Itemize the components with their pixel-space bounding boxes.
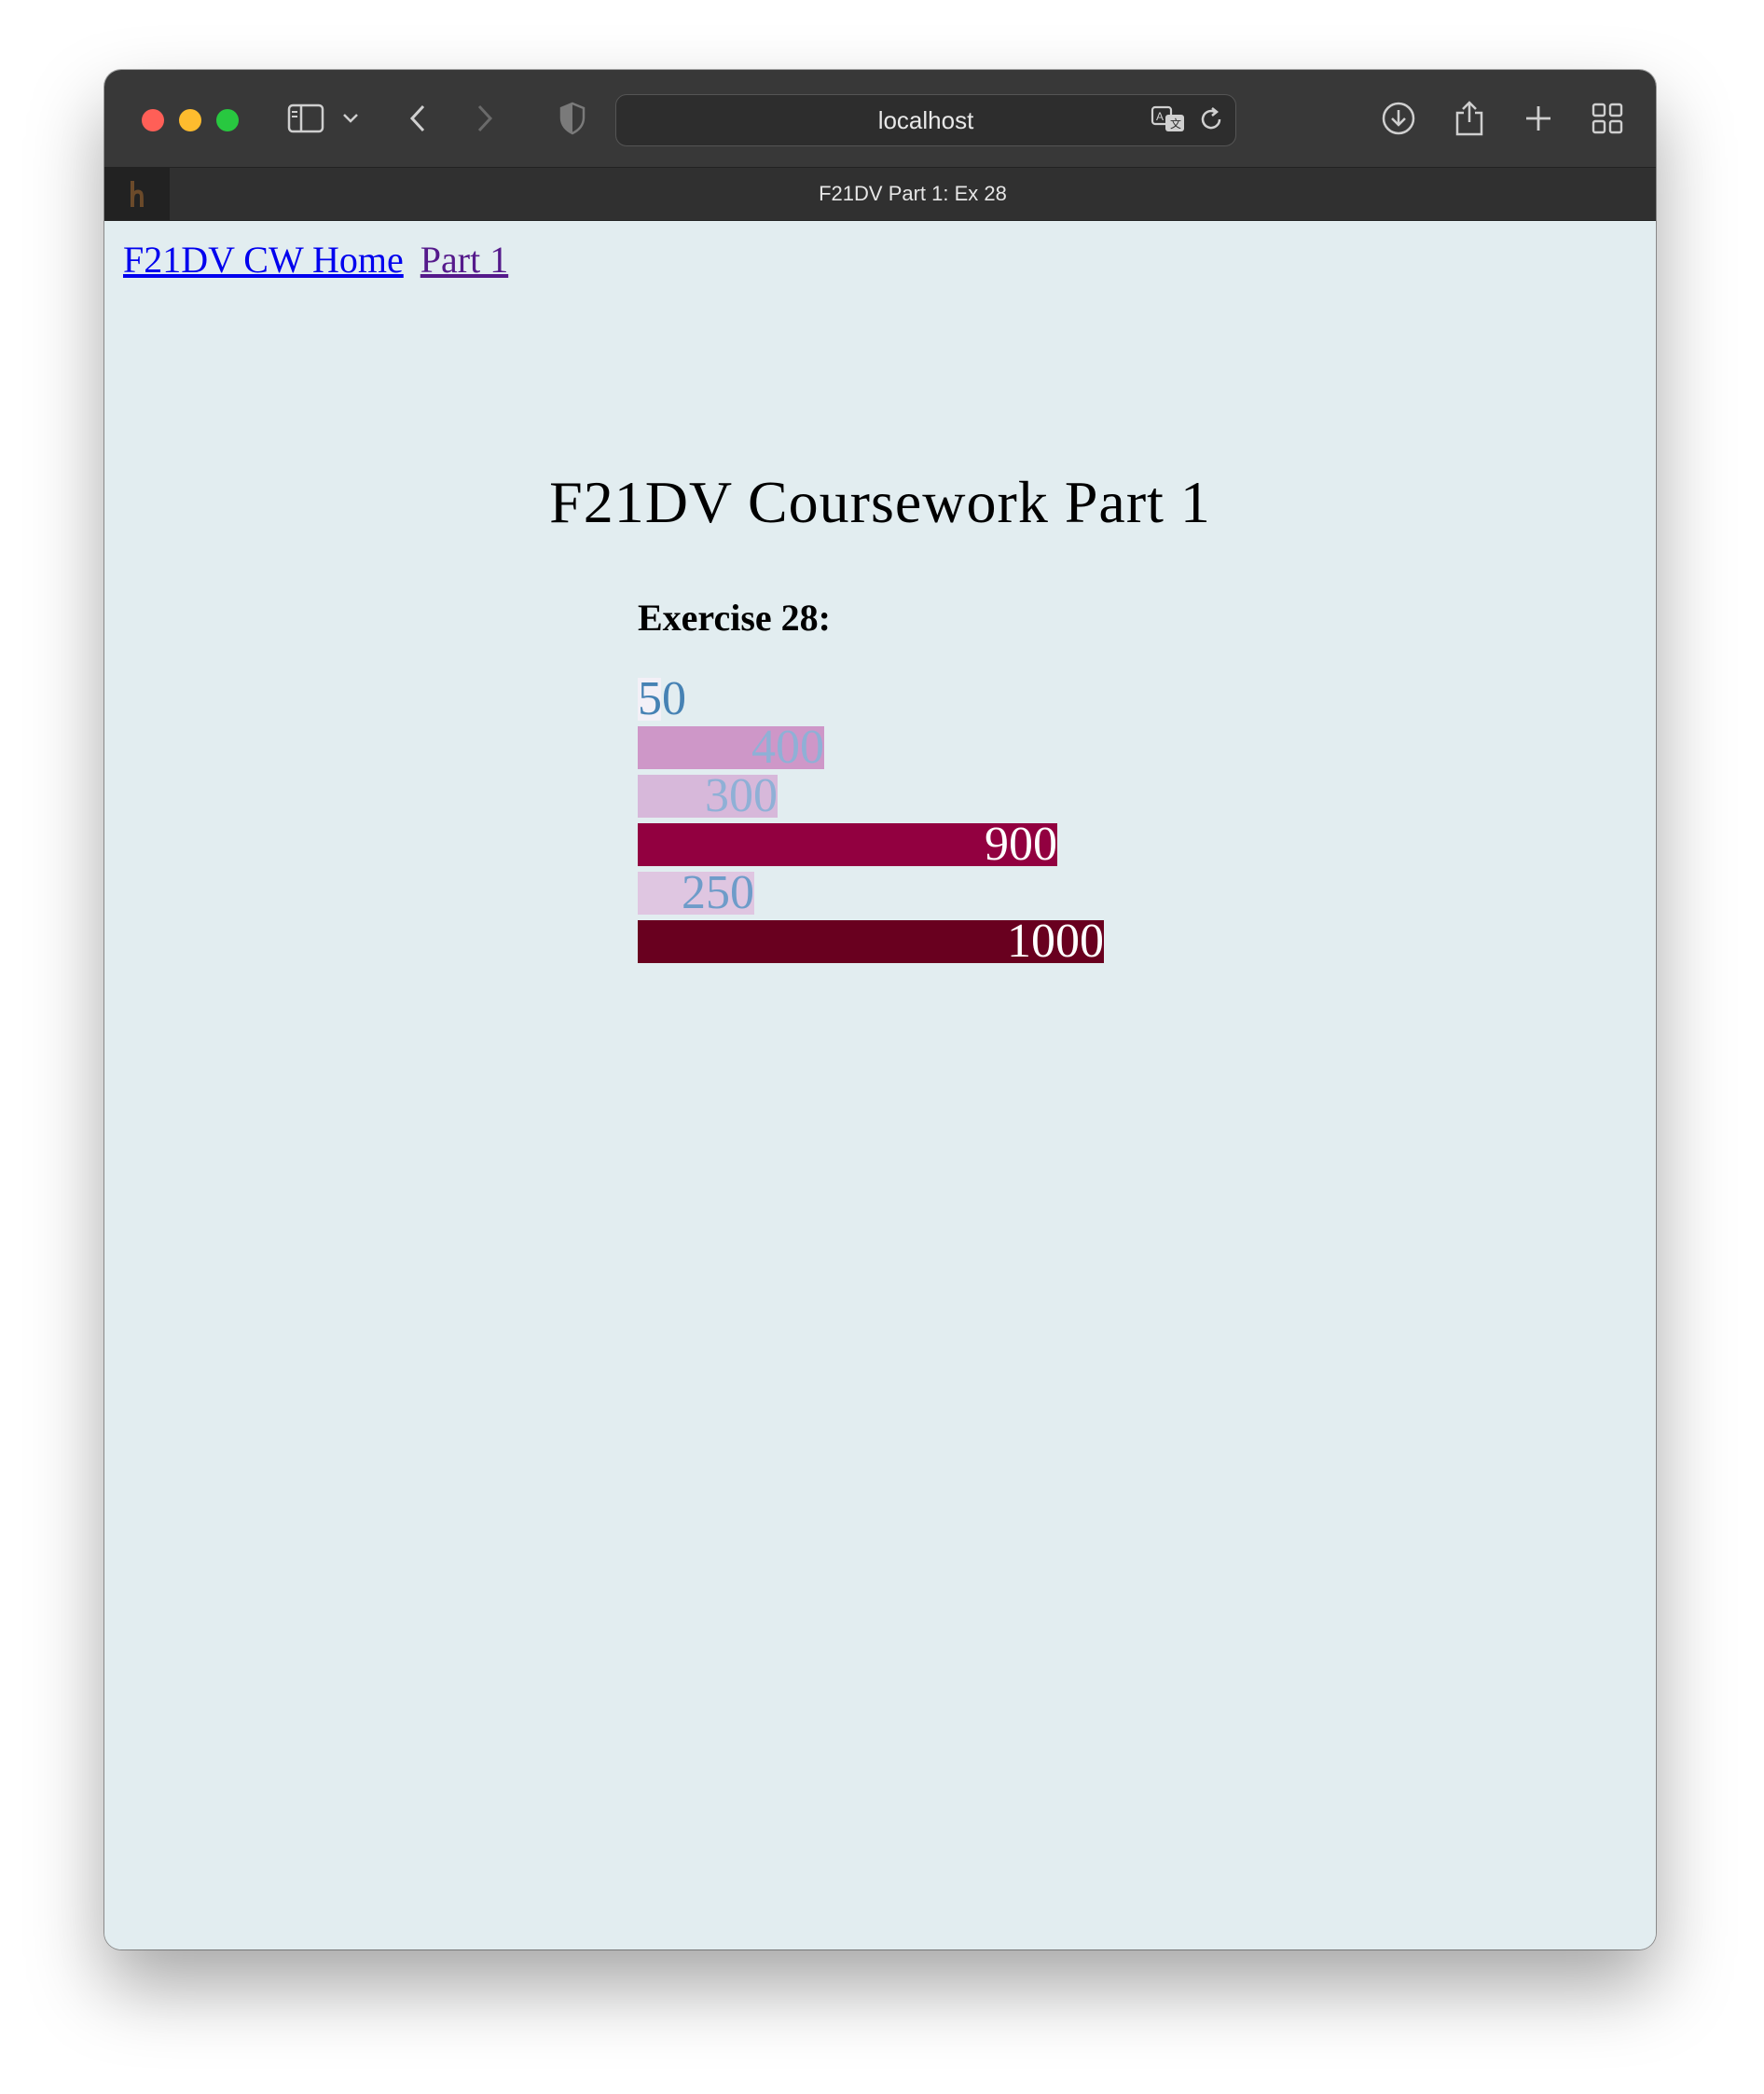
tab-overview-icon[interactable]	[1587, 98, 1628, 139]
close-window-button[interactable]	[142, 109, 164, 131]
translate-icon[interactable]: A文	[1148, 99, 1189, 140]
exercise-heading: Exercise 28:	[638, 597, 831, 639]
part-1-link[interactable]: Part 1	[420, 239, 508, 281]
address-bar[interactable]: localhost A文	[615, 94, 1236, 146]
home-link[interactable]: F21DV CW Home	[123, 239, 404, 281]
browser-toolbar: localhost A文	[104, 70, 1656, 167]
page-content: F21DV CW Home Part 1 F21DV Coursework Pa…	[104, 221, 1656, 1949]
bar-3: 900	[638, 820, 1057, 869]
shield-icon[interactable]	[554, 98, 591, 139]
bar-1: 400	[638, 723, 824, 772]
pinned-tab[interactable]	[104, 168, 170, 220]
bar-4: 250	[638, 869, 754, 917]
download-icon[interactable]	[1378, 98, 1419, 139]
zoom-window-button[interactable]	[216, 109, 239, 131]
top-nav: F21DV CW Home Part 1	[123, 238, 508, 282]
active-tab-title[interactable]: F21DV Part 1: Ex 28	[170, 168, 1656, 220]
bar-5: 1000	[638, 917, 1104, 966]
back-icon[interactable]	[401, 98, 434, 139]
chevron-down-icon[interactable]	[338, 98, 364, 139]
browser-window: localhost A文 F21DV Part 1: Ex 28 F21DV C…	[104, 70, 1656, 1949]
tab-bar: F21DV Part 1: Ex 28	[104, 167, 1656, 221]
forward-icon[interactable]	[468, 98, 502, 139]
bar-2: 300	[638, 772, 778, 820]
favicon-icon	[131, 181, 144, 207]
page-title: F21DV Coursework Part 1	[549, 468, 1211, 535]
bar-0: 50	[638, 672, 686, 725]
share-icon[interactable]	[1449, 98, 1490, 139]
minimize-window-button[interactable]	[179, 109, 201, 131]
reload-icon[interactable]	[1194, 99, 1228, 140]
new-tab-icon[interactable]	[1518, 98, 1559, 139]
svg-text:A: A	[1156, 110, 1164, 123]
svg-text:文: 文	[1170, 117, 1181, 131]
sidebar-icon[interactable]	[285, 98, 326, 139]
url-text: localhost	[877, 106, 974, 134]
